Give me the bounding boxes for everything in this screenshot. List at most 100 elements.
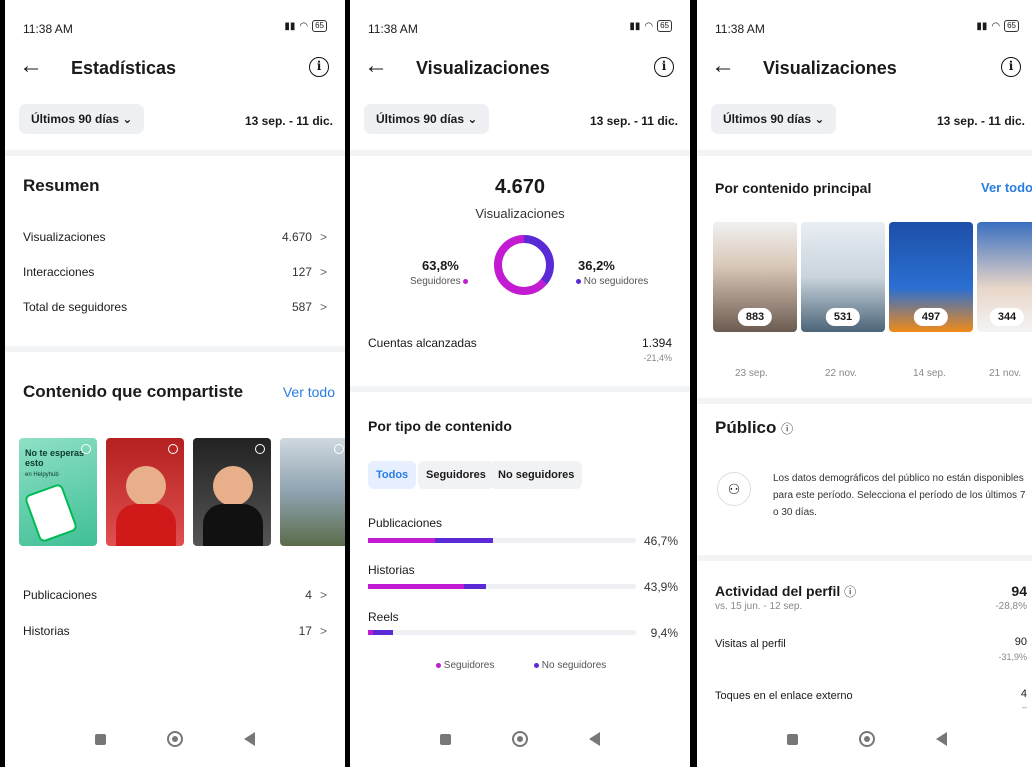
shirt-image (203, 504, 263, 546)
legend-nonfollowers: No seguidores (534, 660, 606, 671)
content-thumbnail[interactable]: No te esperas esto en Helpyhub (19, 438, 97, 546)
battery-icon: 65 (1004, 20, 1019, 32)
post-views-badge: 531 (825, 308, 861, 326)
bar-pct-reels: 9,4% (650, 626, 678, 640)
row-value: 587 (291, 300, 312, 314)
phone-image (23, 482, 79, 544)
info-icon[interactable]: ⓘ (781, 422, 793, 436)
see-all-link[interactable]: Ver todo (283, 384, 335, 400)
followers-donut-chart (494, 235, 554, 295)
date-range-dropdown[interactable]: Últimos 90 días ⌄ (19, 104, 145, 134)
date-range-label: Últimos 90 días (723, 112, 812, 126)
summary-row-views[interactable]: Visualizaciones 4.670 > (23, 230, 327, 244)
chevron-right-icon: > (319, 265, 327, 279)
back-icon[interactable] (935, 732, 947, 746)
row-value: 127 (291, 265, 312, 279)
date-range-text: 13 sep. - 11 dic. (244, 114, 333, 128)
chevron-right-icon: > (319, 624, 327, 638)
profile-visits-change: -31,9% (998, 652, 1027, 662)
post-thumbnail[interactable]: 531 (801, 222, 885, 332)
followers-pct: 63,8% (422, 258, 459, 273)
back-arrow-icon[interactable]: ← (711, 54, 735, 78)
home-icon[interactable] (511, 731, 528, 747)
content-thumbnail[interactable] (193, 438, 271, 546)
divider (5, 346, 345, 352)
back-arrow-icon[interactable]: ← (364, 54, 388, 78)
content-thumbnail[interactable] (106, 438, 184, 546)
info-icon[interactable]: i (654, 57, 674, 77)
divider (697, 555, 1032, 561)
total-views: 4.670 (494, 176, 546, 198)
content-row-posts[interactable]: Publicaciones 4 > (23, 588, 327, 602)
post-thumbnail[interactable]: 344 (977, 222, 1032, 332)
followers-dot-icon (436, 662, 441, 668)
summary-row-followers[interactable]: Total de seguidores 587 > (23, 300, 327, 314)
activity-title: Actividad del perfil ⓘ (715, 583, 857, 599)
content-row-stories[interactable]: Historias 17 > (23, 624, 327, 638)
nonfollowers-legend: No seguidores (576, 276, 648, 287)
post-thumbnail[interactable]: 883 (713, 222, 797, 332)
nonfollowers-dot-icon (534, 662, 539, 668)
divider (5, 150, 345, 156)
bar-label-reels: Reels (368, 610, 399, 624)
info-icon[interactable]: i (1001, 57, 1021, 77)
person-image (126, 466, 166, 506)
back-icon[interactable] (243, 732, 255, 746)
bar-seg-followers-stories (368, 584, 465, 589)
chevron-down-icon: ⌄ (814, 112, 825, 126)
see-all-link[interactable]: Ver todo (981, 180, 1032, 195)
external-link-value: 4 (1020, 688, 1027, 700)
post-date: 14 sep. (913, 368, 946, 379)
back-arrow-icon[interactable]: ← (19, 54, 43, 78)
filter-followers[interactable]: Seguidores (418, 461, 494, 489)
page-title: Estadísticas (71, 58, 177, 78)
summary-title: Resumen (23, 176, 100, 195)
battery-icon: 65 (657, 20, 672, 32)
date-range-dropdown[interactable]: Últimos 90 días ⌄ (364, 104, 490, 134)
status-bar: 11:38 AM ▮▮ ◠ 65 (697, 0, 1032, 40)
content-thumbnail[interactable] (280, 438, 345, 546)
divider (350, 150, 690, 156)
bar-seg-followers-posts (368, 538, 435, 543)
chevron-down-icon: ⌄ (122, 112, 133, 126)
chevron-down-icon: ⌄ (467, 112, 478, 126)
back-icon[interactable] (588, 732, 600, 746)
recents-icon[interactable] (440, 733, 452, 745)
post-views-badge: 883 (737, 308, 773, 326)
bar-label-posts: Publicaciones (368, 516, 443, 530)
system-nav-bar (5, 711, 345, 767)
recents-icon[interactable] (787, 733, 799, 745)
date-range-dropdown[interactable]: Últimos 90 días ⌄ (711, 104, 837, 134)
reach-change: -21,4% (643, 353, 672, 363)
row-value: 4 (305, 588, 312, 602)
profile-visits-value: 90 (1014, 636, 1027, 648)
filter-all[interactable]: Todos (368, 461, 417, 489)
row-label: Visualizaciones (23, 230, 106, 244)
screen-views-detail: 11:38 AM ▮▮ ◠ 65 ← Visualizaciones i Últim… (697, 0, 1032, 767)
info-icon[interactable]: ⓘ (844, 585, 856, 599)
profile-visits-label: Visitas al perfil (715, 638, 786, 650)
bar-track-stories (368, 584, 636, 589)
home-icon[interactable] (166, 731, 183, 747)
page-title: Visualizaciones (763, 58, 897, 78)
system-nav-bar (350, 711, 690, 767)
bar-seg-nonfollowers-posts (435, 538, 494, 543)
person-image (213, 466, 253, 506)
story-ring-icon (168, 444, 178, 454)
post-thumbnail[interactable]: 497 (889, 222, 973, 332)
row-value: 4.670 (281, 230, 312, 244)
top-content-title: Por contenido principal (715, 180, 872, 196)
summary-row-interactions[interactable]: Interacciones 127 > (23, 265, 327, 279)
info-icon[interactable]: i (309, 57, 329, 77)
home-icon[interactable] (858, 731, 875, 747)
status-bar: 11:38 AM ▮▮ ◠ 65 (350, 0, 690, 40)
followers-legend: Seguidores (410, 276, 469, 287)
shirt-image (116, 504, 176, 546)
recents-icon[interactable] (95, 733, 107, 745)
status-time: 11:38 AM (715, 22, 765, 36)
shared-content-title: Contenido que compartiste (23, 382, 244, 401)
filter-nonfollowers[interactable]: No seguidores (490, 461, 583, 489)
bar-pct-stories: 43,9% (643, 580, 678, 594)
chevron-right-icon: > (319, 300, 327, 314)
status-time: 11:38 AM (23, 22, 73, 36)
